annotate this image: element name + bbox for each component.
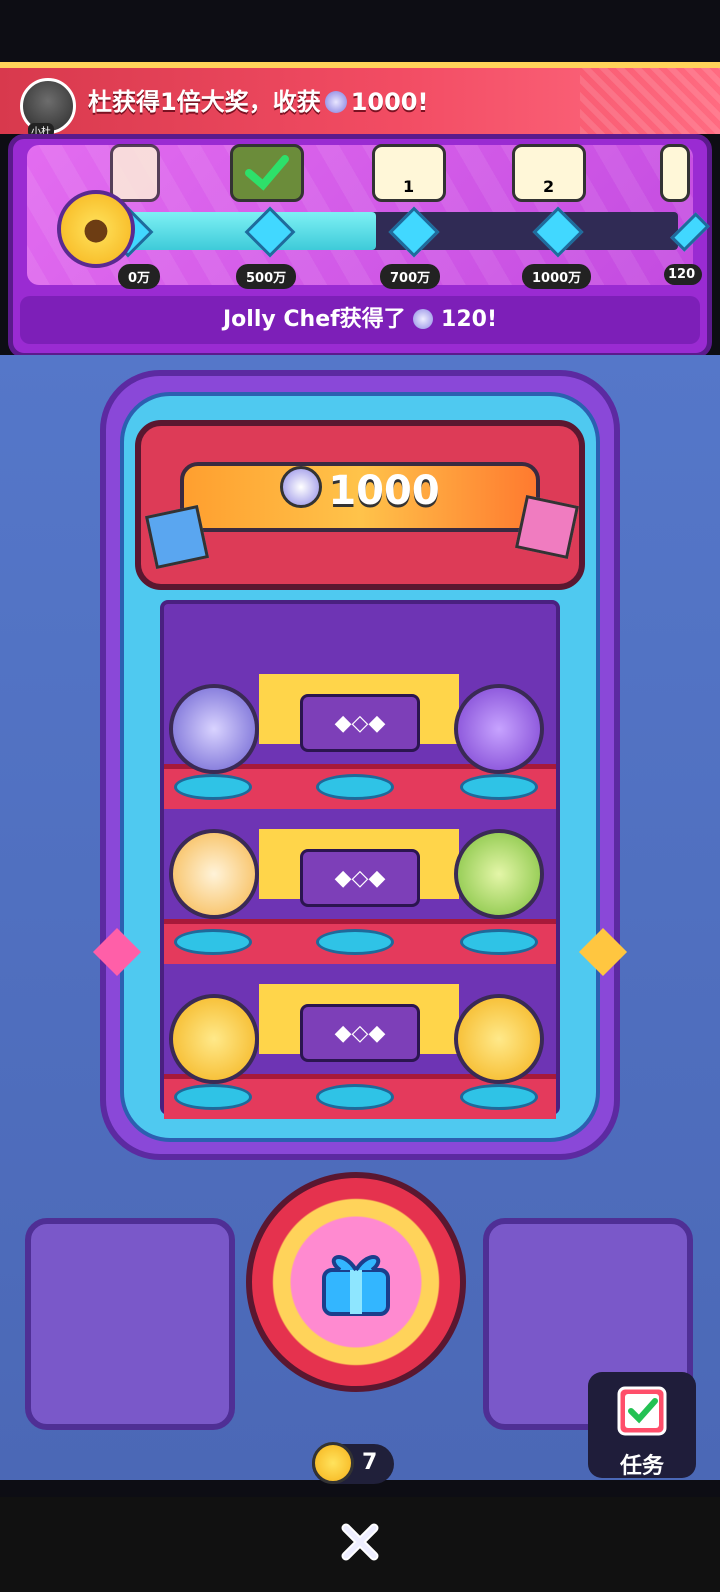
prize-shelves: ◆◇◆ ◆◇◆ ◆◇◆ <box>160 600 560 1119</box>
coin-pile-icon <box>169 994 259 1084</box>
coin-pile-icon <box>454 994 544 1084</box>
banner-pattern <box>580 68 720 134</box>
close-icon <box>341 1523 379 1561</box>
tick-label: 500万 <box>236 264 297 289</box>
tick-label: 1000万 <box>522 264 592 289</box>
check-icon <box>245 155 289 191</box>
mystery-slot-icon: ◆◇◆ <box>300 849 420 907</box>
prize-value: 1000 <box>328 468 440 514</box>
gem-ball-icon <box>169 684 259 774</box>
reward-item-1[interactable] <box>230 144 304 202</box>
shelf-row: ◆◇◆ <box>164 664 556 812</box>
gift-box-icon <box>144 504 210 570</box>
announcement: Jolly Chef获得了 120! <box>20 296 700 344</box>
cat-coin-icon <box>312 1442 354 1484</box>
cat-ball-icon <box>454 829 544 919</box>
reward-badge: 2 <box>543 177 555 196</box>
win-banner: 小杜 杜获得1倍大奖，收获 1000! <box>0 62 720 138</box>
reward-badge: 1 <box>403 177 415 196</box>
gacha-play-button[interactable] <box>246 1172 466 1392</box>
gift-icon <box>322 1255 390 1316</box>
cat-coin-icon: ● <box>57 190 135 268</box>
chicken-ball-icon <box>169 829 259 919</box>
status-bar <box>0 0 720 62</box>
banner-text-main: 杜获得1倍大奖，收获 <box>88 88 321 116</box>
gem-icon <box>324 91 347 113</box>
gem-icon <box>280 466 323 508</box>
gift-box-icon <box>514 494 580 560</box>
left-panel <box>25 1218 235 1430</box>
reward-item-0[interactable] <box>110 144 160 202</box>
shelf-row: ◆◇◆ <box>164 974 556 1122</box>
reward-item-4[interactable] <box>660 144 690 202</box>
tick-label: 0万 <box>118 264 161 289</box>
reward-item-2[interactable]: 1 <box>372 144 446 202</box>
mystery-slot-icon: ◆◇◆ <box>300 694 420 752</box>
play-count: 7 <box>362 1450 378 1475</box>
tick-label: 120 <box>664 264 702 285</box>
gem-icon <box>413 309 434 329</box>
clipboard-check-icon <box>617 1386 667 1436</box>
banner-amount: 1000! <box>350 88 429 116</box>
announce-name: Jolly Chef获得了 <box>223 307 406 332</box>
prize-amount: 1000 <box>180 466 540 514</box>
tick-label: 700万 <box>380 264 441 289</box>
announce-amount: 120! <box>441 307 497 332</box>
task-label: 任务 <box>619 1454 664 1479</box>
capsule-icon <box>454 684 544 774</box>
shelf-row: ◆◇◆ <box>164 819 556 967</box>
banner-message: 杜获得1倍大奖，收获 1000! <box>88 82 428 117</box>
close-button[interactable] <box>330 1512 390 1572</box>
reward-item-3[interactable]: 2 <box>512 144 586 202</box>
mystery-slot-icon: ◆◇◆ <box>300 1004 420 1062</box>
